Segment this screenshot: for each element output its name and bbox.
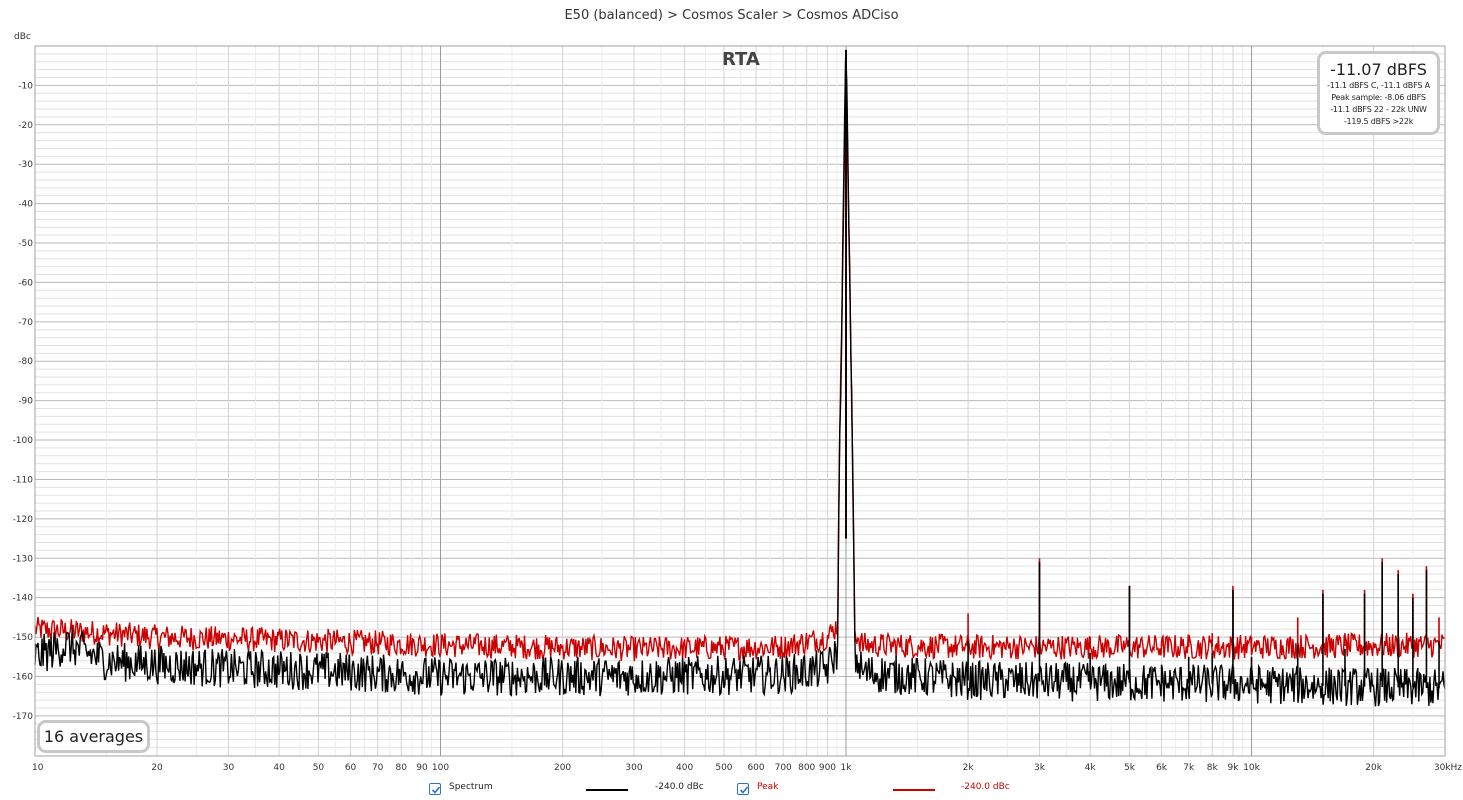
x-tick-label: 900	[819, 763, 836, 773]
y-tick-label: -150	[13, 633, 34, 643]
y-tick-label: -40	[18, 200, 33, 210]
checkmark-icon	[431, 786, 441, 794]
peak-sample: Peak sample: -8.06 dBFS	[1331, 93, 1426, 102]
spectrum-plot: 10 20 30 40 50 60 70 80 90 100 200 300 400 500 600 700 8…	[13, 45, 1462, 773]
x-tick-label: 60	[345, 763, 357, 773]
x-tick-label: 10	[32, 763, 44, 773]
y-tick-label: -50	[18, 239, 33, 249]
y-tick-label: -30	[18, 160, 33, 170]
checkmark-icon	[739, 786, 749, 794]
y-tick-label: -130	[13, 554, 34, 564]
chart-title: E50 (balanced) > Cosmos Scaler > Cosmos …	[564, 8, 899, 23]
x-tick-label: 50	[313, 763, 325, 773]
x-tick-label: 9k	[1227, 763, 1239, 773]
peak-checkbox[interactable]	[737, 783, 749, 795]
y-tick-labels: -10 -20 -30 -40 -50 -60 -70 -80 -90 -100 -110 -120 -…	[13, 81, 34, 721]
x-tick-label: 40	[273, 763, 285, 773]
spectrum-checkbox[interactable]	[429, 783, 441, 795]
y-tick-label: -120	[13, 515, 34, 525]
peak-legend-value: -240.0 dBc	[961, 782, 1010, 792]
level-stats-box: -11.07 dBFS -11.1 dBFS C, -11.1 dBFS A P…	[1317, 51, 1440, 135]
rms-level: -11.07 dBFS	[1330, 60, 1427, 79]
x-tick-label: 7k	[1183, 763, 1195, 773]
peak-legend-label: Peak	[757, 782, 779, 792]
x-tick-label: 100	[432, 763, 449, 773]
x-tick-label: 4k	[1085, 763, 1097, 773]
x-tick-label: 3k	[1034, 763, 1046, 773]
x-tick-label: 90	[416, 763, 428, 773]
y-tick-label: -60	[18, 278, 33, 288]
peak-series-line	[34, 49, 1446, 662]
x-tick-label: 30kHz	[1434, 763, 1462, 773]
y-tick-label: -80	[18, 357, 33, 367]
x-tick-label: 300	[625, 763, 642, 773]
y-tick-label: -160	[13, 672, 34, 682]
out-of-band-level: -119.5 dBFS >22k	[1343, 117, 1414, 126]
spectrum-legend-value: -240.0 dBc	[655, 782, 704, 792]
y-tick-label: -10	[18, 81, 33, 91]
weighted-levels: -11.1 dBFS C, -11.1 dBFS A	[1327, 81, 1430, 90]
spectrum-legend-label: Spectrum	[449, 782, 493, 792]
averages-box: 16 averages	[37, 720, 150, 753]
spectrum-legend-swatch	[586, 789, 628, 791]
x-tick-label: 5k	[1124, 763, 1136, 773]
x-tick-label: 500	[715, 763, 732, 773]
rta-label: RTA	[722, 49, 760, 70]
x-tick-label: 6k	[1156, 763, 1168, 773]
unweighted-level: -11.1 dBFS 22 - 22k UNW	[1330, 105, 1427, 114]
x-tick-label: 10k	[1243, 763, 1260, 773]
x-tick-label: 80	[395, 763, 407, 773]
x-tick-label: 200	[554, 763, 571, 773]
x-tick-label: 800	[798, 763, 815, 773]
x-tick-labels: 10 20 30 40 50 60 70 80 90 100 200 300 400 500 600 700 8…	[32, 763, 1462, 773]
y-tick-label: -140	[13, 594, 34, 604]
y-tick-label: -90	[18, 397, 33, 407]
x-tick-label: 700	[775, 763, 792, 773]
y-tick-label: -110	[13, 475, 34, 485]
x-tick-label: 8k	[1207, 763, 1219, 773]
y-tick-label: -20	[18, 121, 33, 131]
x-tick-label: 20k	[1365, 763, 1382, 773]
peak-legend-swatch	[893, 789, 935, 791]
y-tick-label: -70	[18, 318, 33, 328]
x-tick-label: 2k	[963, 763, 975, 773]
x-tick-label: 70	[372, 763, 384, 773]
y-tick-label: -100	[13, 436, 34, 446]
y-tick-label: -170	[13, 712, 34, 722]
x-tick-label: 1k	[841, 763, 853, 773]
x-tick-label: 600	[747, 763, 764, 773]
x-tick-label: 20	[151, 763, 163, 773]
x-tick-label: 400	[676, 763, 693, 773]
y-axis-unit: dBc	[14, 32, 31, 42]
x-tick-label: 30	[223, 763, 235, 773]
